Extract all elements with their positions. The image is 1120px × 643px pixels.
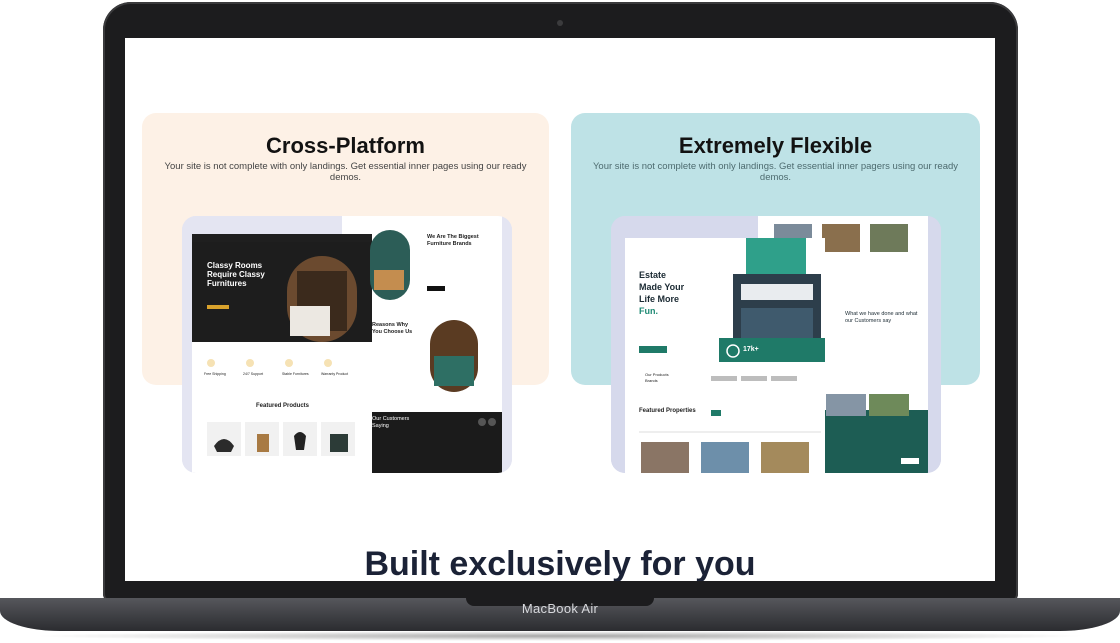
built-exclusively-heading: Built exclusively for you	[364, 545, 756, 581]
base-shadow	[30, 631, 1090, 641]
brands-title: We Are The Biggest Furniture Brands	[427, 234, 479, 247]
camera-icon	[557, 20, 563, 26]
real-estate-site-preview: Estate Made Your Life More Fun. 17k+ Our…	[611, 216, 941, 473]
hero-line-2: Made Your	[639, 282, 685, 292]
featured-products-title: Featured Products	[256, 403, 310, 409]
feature-label: Free Shipping	[204, 372, 226, 376]
screen: Cross-Platform Your site is not complete…	[125, 38, 995, 581]
stat-value: 17k+	[743, 346, 759, 353]
card-title: Extremely Flexible	[678, 133, 873, 158]
what-we-have-done-title: What we have done and what our Customers…	[845, 311, 918, 324]
real-estate-site-illustration	[611, 216, 941, 473]
customers-title: Our Customers Saying	[372, 416, 410, 429]
hero-accent: Fun.	[639, 306, 658, 316]
card-title: Cross-Platform	[266, 133, 425, 158]
furniture-site-illustration	[182, 216, 512, 473]
featured-properties-title: Featured Properties	[639, 408, 696, 414]
hero-title: Classy Rooms Require Classy Furnitures	[207, 261, 265, 288]
reasons-title: Reasons Why You Choose Us	[372, 322, 413, 335]
card-description: Your site is not complete with only land…	[164, 161, 527, 183]
furniture-site-preview: Classy Rooms Require Classy Furnitures W…	[182, 216, 512, 473]
partners-label: Our Products Brands	[645, 372, 669, 383]
card-description: Your site is not complete with only land…	[592, 161, 959, 183]
feature-label: Stable Fornitures	[282, 372, 309, 376]
device-label: MacBook Air	[521, 601, 599, 616]
laptop-base: MacBook Air	[0, 598, 1120, 631]
feature-label: Warranty Product	[321, 372, 349, 376]
hero-line-3: Life More	[639, 294, 680, 304]
feature-label: 24/7 Support	[243, 372, 264, 376]
hero-line-1: Estate	[639, 270, 667, 280]
